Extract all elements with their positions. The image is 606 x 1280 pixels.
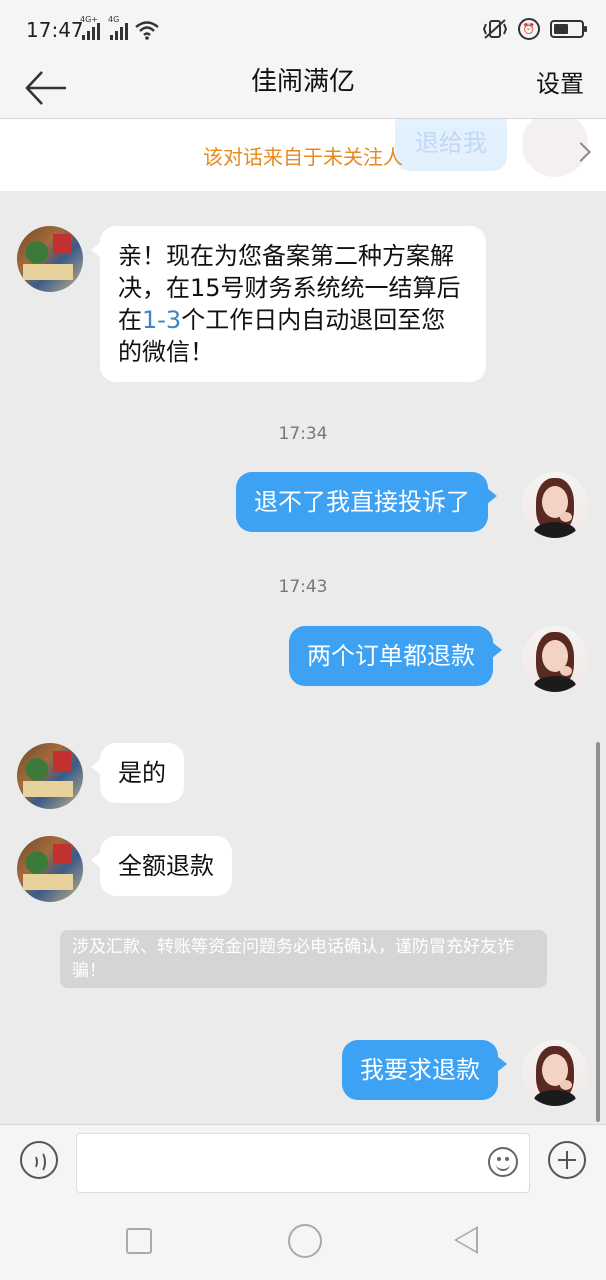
contact-avatar[interactable] [17,743,83,809]
settings-button[interactable]: 设置 [536,64,584,104]
input-bar [0,1124,606,1199]
chat-scrollbar[interactable] [596,742,600,1122]
contact-avatar[interactable] [17,226,83,292]
message-timestamp: 17:43 [278,577,328,597]
signal-icon: 4G [108,15,128,40]
battery-icon [550,20,587,38]
fraud-warning-notice: 涉及汇款、转账等资金问题务必电话确认，谨防冒充好友诈骗！ [60,930,547,988]
voice-icon[interactable] [20,1141,58,1179]
message-bubble-outgoing[interactable]: 两个订单都退款 [289,626,502,686]
message-text: 是的 [118,759,166,787]
emoji-icon[interactable] [488,1147,518,1177]
my-avatar[interactable] [522,626,588,692]
system-nav-bar [0,1198,606,1280]
message-link[interactable]: 1-3 [142,306,181,334]
status-time: 17:47 [26,18,84,42]
back-icon[interactable] [454,1226,478,1254]
chat-header: 佳闹满亿 设置 [0,62,606,119]
wifi-icon [135,21,159,40]
unfollowed-notice-bar[interactable]: 退给我 该对话来自于未关注人 [0,119,606,191]
message-bubble-incoming[interactable]: 全额退款 [91,836,232,896]
plus-icon[interactable] [548,1141,586,1179]
signal-icon: 4G+ [80,15,100,40]
message-text: 全额退款 [118,852,214,880]
chat-title: 佳闹满亿 [250,67,355,97]
message-bubble-outgoing[interactable]: 我要求退款 [342,1040,507,1100]
status-bar: 17:47 4G+ 4G ⏰ [0,0,606,62]
message-bubble-incoming[interactable]: 亲！现在为您备案第二种方案解决，在15号财务系统统一结算后在1-3个工作日内自动… [91,226,486,382]
message-input[interactable] [76,1133,530,1193]
my-avatar[interactable] [522,1040,588,1106]
vibrate-icon [482,19,508,39]
signal-label: 4G+ [80,15,98,24]
signal-label: 4G [108,15,120,24]
my-avatar[interactable] [522,472,588,538]
alarm-icon: ⏰ [518,18,540,40]
message-timestamp: 17:34 [278,424,328,444]
message-text: 退不了我直接投诉了 [254,488,470,516]
message-bubble-incoming[interactable]: 是的 [91,743,184,803]
notice-text: 该对话来自于未关注人 [203,145,403,169]
recent-apps-icon[interactable] [126,1228,152,1254]
message-text: 我要求退款 [360,1056,480,1084]
message-bubble-outgoing[interactable]: 退不了我直接投诉了 [236,472,497,532]
home-icon[interactable] [288,1224,322,1258]
message-text: 两个订单都退款 [307,642,475,670]
contact-avatar[interactable] [17,836,83,902]
